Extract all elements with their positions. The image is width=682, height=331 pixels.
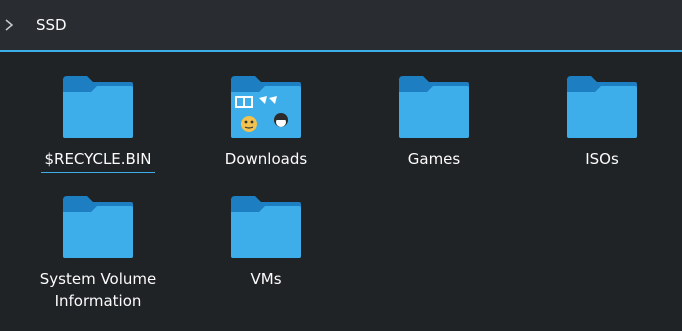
file-name: $RECYCLE.BIN [41,148,155,173]
breadcrumb-item-ssd[interactable]: SSD [32,10,71,40]
file-item[interactable]: Games [366,74,502,170]
folder-icon [231,196,301,258]
file-item[interactable]: ISOs [534,74,670,170]
file-name: VMs [250,270,282,288]
folder-icon [63,196,133,258]
file-item[interactable]: System Volume Information [30,194,166,312]
file-item[interactable]: $RECYCLE.BIN [30,74,166,173]
file-item[interactable]: VMs [198,194,334,290]
folder-icon [63,76,133,138]
file-name: Downloads [224,150,308,168]
file-name: Games [407,150,461,168]
breadcrumb: SSD [0,0,682,52]
file-item[interactable]: Downloads [198,74,334,170]
folder-downloads-icon [231,76,301,138]
file-name: System Volume Information [39,270,157,310]
chevron-right-icon[interactable] [2,18,16,32]
folder-icon [567,76,637,138]
folder-icon [399,76,469,138]
file-view: $RECYCLE.BIN Downloads Games ISOs System… [0,52,682,331]
file-name: ISOs [585,150,619,168]
